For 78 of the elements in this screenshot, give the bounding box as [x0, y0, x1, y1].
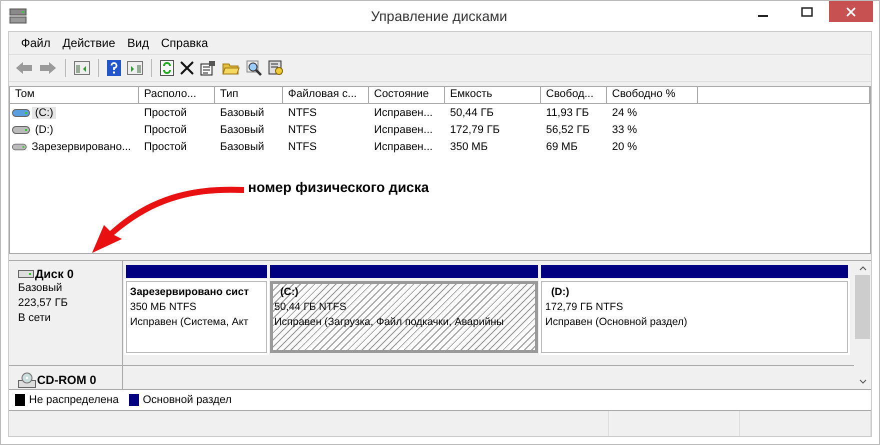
table-cell: 24 % — [612, 106, 638, 118]
disk-detail: В сети — [18, 311, 52, 326]
legend-label: Не распределена — [29, 394, 119, 406]
table-cell: Простой — [144, 124, 187, 136]
table-cell[interactable]: Зарезервировано... — [28, 140, 134, 152]
column-header[interactable]: Состояние — [369, 87, 445, 104]
table-cell: 69 МБ — [546, 140, 578, 152]
column-header[interactable]: Свободно % — [607, 87, 698, 104]
panel-icon[interactable] — [74, 61, 90, 75]
partition-status: Исправен (Загрузка, Файл подкачки, Аварийны — [274, 315, 505, 330]
table-cell[interactable]: (C:) — [32, 106, 56, 118]
drive-icon — [12, 142, 27, 152]
menu-item[interactable]: Справка — [155, 36, 214, 50]
column-header[interactable]: Свобод... — [541, 87, 607, 104]
magnifier-icon[interactable] — [246, 60, 262, 76]
drive-icon — [12, 108, 30, 118]
partition-box[interactable]: Зарезервировано сист 350 МБ NTFS Исправен (Система, Акт — [126, 281, 268, 353]
column-header[interactable]: Располо... — [139, 87, 215, 104]
partition-box[interactable]: (D:) 172,79 ГБ NTFS Исправен (Основной раздел) — [541, 281, 848, 353]
table-cell: 350 МБ — [450, 140, 488, 152]
folder-icon[interactable] — [222, 61, 240, 75]
table-cell: 50,44 ГБ — [450, 106, 494, 118]
minimize-icon — [758, 14, 768, 16]
partition-status: Исправен (Основной раздел) — [545, 315, 688, 330]
table-cell: 11,93 ГБ — [546, 106, 589, 118]
legend-label: Основной раздел — [142, 394, 232, 406]
partition-size: 172,79 ГБ NTFS — [545, 300, 624, 315]
scroll-up-icon[interactable] — [858, 265, 866, 271]
scroll-down-icon[interactable] — [858, 379, 866, 385]
partition-name: Зарезервировано сист — [130, 285, 249, 300]
maximize-icon — [801, 6, 813, 16]
partition-name: (D:) — [550, 285, 570, 300]
panel-icon[interactable] — [127, 61, 143, 75]
window-title: Управление дисками — [370, 8, 508, 24]
annotation-text: номер физического диска — [248, 179, 429, 195]
table-cell: 33 % — [612, 124, 638, 136]
help-icon[interactable] — [107, 60, 121, 76]
menu-item[interactable]: Файл — [15, 36, 57, 50]
table-cell: 20 % — [612, 140, 638, 152]
close-button[interactable] — [829, 1, 873, 22]
table-cell: Простой — [144, 106, 187, 118]
disk-detail: 223,57 ГБ — [18, 296, 69, 311]
column-header[interactable]: Тип — [215, 87, 283, 104]
column-header[interactable]: Том — [10, 87, 139, 104]
table-cell: 172,79 ГБ — [450, 124, 500, 136]
table-cell: Базовый — [220, 140, 264, 152]
table-cell: Базовый — [220, 124, 264, 136]
table-cell: Исправен... — [374, 124, 433, 136]
partition-size: 50,44 ГБ NTFS — [274, 300, 348, 315]
close-icon — [846, 6, 856, 16]
table-cell: NTFS — [288, 124, 317, 136]
disk-info-panel[interactable]: Диск 0 Базовый 223,57 ГБ В сети — [9, 261, 123, 365]
disk-name: Диск 0 — [35, 267, 74, 281]
settings-icon[interactable] — [268, 60, 284, 76]
table-cell: Исправен... — [374, 106, 433, 118]
partition-name: (C:) — [279, 285, 298, 300]
refresh-icon[interactable] — [160, 60, 174, 76]
table-cell: Базовый — [220, 106, 264, 118]
table-cell: NTFS — [288, 106, 317, 118]
delete-icon[interactable] — [180, 61, 194, 75]
table-cell: 56,52 ГБ — [546, 124, 590, 136]
drive-icon — [12, 124, 30, 134]
partition-size: 350 МБ NTFS — [130, 300, 198, 315]
table-cell[interactable]: (D:) — [32, 124, 56, 136]
menu-item[interactable]: Действие — [56, 36, 122, 50]
partition-box[interactable]: (C:) 50,44 ГБ NTFS Исправен (Загрузка, Файл подкачки, Аварийны — [270, 281, 538, 353]
disk-drive-icon — [18, 269, 34, 279]
column-header[interactable]: Файловая с... — [283, 87, 369, 104]
properties-icon[interactable] — [200, 60, 216, 76]
table-cell: NTFS — [288, 140, 317, 152]
disk-drive-icon — [9, 8, 27, 24]
menu-item[interactable]: Вид — [121, 36, 155, 50]
partition-status: Исправен (Система, Акт — [130, 315, 250, 330]
table-cell: Исправен... — [374, 140, 433, 152]
column-header[interactable]: Емкость — [445, 87, 541, 104]
table-cell: Простой — [144, 140, 187, 152]
disk-detail: Базовый — [18, 281, 64, 296]
disk-name: CD-ROM 0 — [37, 373, 96, 387]
